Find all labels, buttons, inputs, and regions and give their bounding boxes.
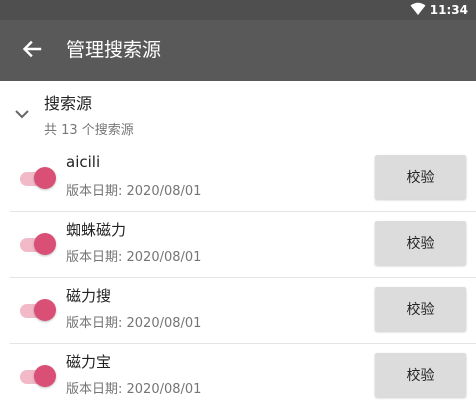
source-name: 磁力宝 bbox=[66, 353, 112, 371]
source-row: aicili 版本日期: 2020/08/01 校验 bbox=[0, 148, 476, 214]
verify-button[interactable]: 校验 bbox=[375, 221, 466, 265]
chevron-down-icon bbox=[12, 104, 32, 124]
source-name: 蜘蛛磁力 bbox=[66, 221, 127, 239]
group-subtitle: 共 13 个搜索源 bbox=[44, 123, 134, 138]
verify-button[interactable]: 校验 bbox=[375, 287, 466, 331]
source-date: 版本日期: 2020/08/01 bbox=[66, 316, 202, 331]
toggle-thumb bbox=[34, 167, 56, 189]
status-right: 11:34 bbox=[410, 0, 468, 20]
source-toggle[interactable] bbox=[20, 296, 58, 326]
arrow-left-icon bbox=[21, 38, 43, 64]
source-row: 蜘蛛磁力 版本日期: 2020/08/01 校验 bbox=[0, 214, 476, 280]
verify-button[interactable]: 校验 bbox=[375, 353, 466, 397]
divider bbox=[10, 211, 476, 212]
source-date: 版本日期: 2020/08/01 bbox=[66, 250, 202, 265]
wifi-icon bbox=[410, 1, 426, 20]
source-row: 磁力宝 版本日期: 2020/08/01 校验 bbox=[0, 346, 476, 412]
source-toggle[interactable] bbox=[20, 362, 58, 392]
source-row: 磁力搜 版本日期: 2020/08/01 校验 bbox=[0, 280, 476, 346]
toggle-thumb bbox=[34, 233, 56, 255]
app-toolbar: 管理搜索源 bbox=[0, 20, 476, 81]
verify-button[interactable]: 校验 bbox=[375, 155, 466, 199]
back-button[interactable] bbox=[16, 35, 48, 67]
toggle-thumb bbox=[34, 365, 56, 387]
source-group-header[interactable]: 搜索源 共 13 个搜索源 bbox=[0, 82, 476, 148]
source-date: 版本日期: 2020/08/01 bbox=[66, 382, 202, 397]
divider bbox=[10, 343, 476, 344]
status-bar: 11:34 bbox=[0, 0, 476, 20]
source-date: 版本日期: 2020/08/01 bbox=[66, 184, 202, 199]
source-name: 磁力搜 bbox=[66, 287, 112, 305]
source-toggle[interactable] bbox=[20, 164, 58, 194]
toggle-thumb bbox=[34, 299, 56, 321]
status-time: 11:34 bbox=[429, 3, 468, 17]
source-toggle[interactable] bbox=[20, 230, 58, 260]
page-title: 管理搜索源 bbox=[66, 39, 162, 61]
source-name: aicili bbox=[66, 153, 101, 171]
group-title: 搜索源 bbox=[44, 94, 93, 113]
divider bbox=[10, 277, 476, 278]
